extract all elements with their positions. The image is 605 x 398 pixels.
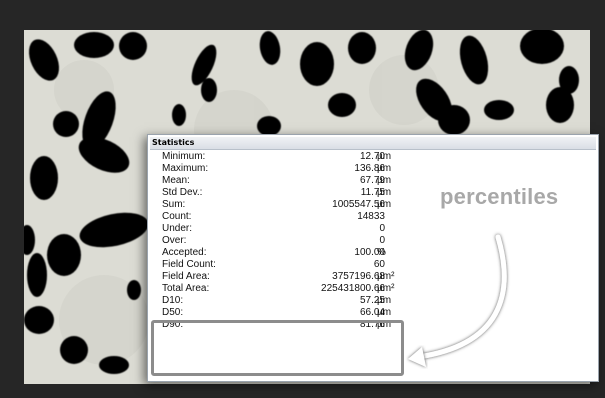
stat-row: Maximum: 136.86 µm xyxy=(148,163,598,175)
stat-label: Under: xyxy=(162,223,193,234)
stat-label: Maximum: xyxy=(162,163,209,174)
stat-unit: µm xyxy=(377,187,392,198)
stat-unit: µm xyxy=(377,199,392,210)
stat-unit: µm xyxy=(377,151,392,162)
stat-value: 225431800.66 xyxy=(321,283,385,294)
stat-label: Over: xyxy=(162,235,187,246)
stat-unit: µm xyxy=(377,163,392,174)
stat-row: D10: 57.25 µm xyxy=(148,295,598,307)
stat-row: Count: 14833 xyxy=(148,211,598,223)
stat-label: Field Count: xyxy=(162,259,216,270)
stat-label: Sum: xyxy=(162,199,186,210)
stat-unit: µm xyxy=(377,175,392,186)
stat-label: Accepted: xyxy=(162,247,207,258)
image-frame: Statistics Minimum: 12.70 µm Maximum: 136.86… xyxy=(0,0,605,398)
stat-row: Field Area: 3757196.68 µm² xyxy=(148,271,598,283)
statistics-rows: Minimum: 12.70 µm Maximum: 136.86 µm Mean: 67.7… xyxy=(148,151,598,331)
stat-label: D10: xyxy=(162,295,184,306)
stat-label: Std Dev.: xyxy=(162,187,203,198)
stat-label: Count: xyxy=(162,211,192,222)
stat-value: 14833 xyxy=(357,211,385,222)
stat-row: Field Count: 60 xyxy=(148,259,598,271)
stat-label: Minimum: xyxy=(162,151,206,162)
curved-arrow-icon xyxy=(408,234,507,367)
stat-label: Field Area: xyxy=(162,271,210,282)
stat-row: Over: 0 xyxy=(148,235,598,247)
percentile-highlight-box xyxy=(151,320,404,376)
stat-label: Mean: xyxy=(162,175,190,186)
panel-title: Statistics xyxy=(150,137,596,150)
stat-label: Total Area: xyxy=(162,283,210,294)
stat-row: Total Area: 225431800.66 µm² xyxy=(148,283,598,295)
stat-row: D50: 66.04 µm xyxy=(148,307,598,319)
stat-label: D50: xyxy=(162,307,184,318)
percentiles-annotation: percentiles xyxy=(440,184,559,209)
stat-row: Under: 0 xyxy=(148,223,598,235)
stat-row: Accepted: 100.00% xyxy=(148,247,598,259)
stat-row: Minimum: 12.70 µm xyxy=(148,151,598,163)
